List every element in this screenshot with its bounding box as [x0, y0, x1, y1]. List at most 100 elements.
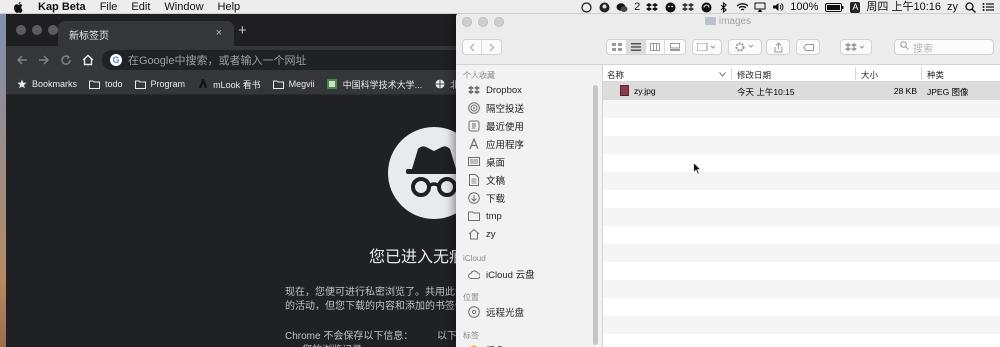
menu-help[interactable]: Help — [218, 0, 241, 14]
menu-window[interactable]: Window — [164, 0, 203, 14]
applications-icon — [468, 138, 480, 150]
tab-close-icon[interactable]: × — [216, 27, 222, 39]
sidebar-item-remote-disc[interactable]: 远程光盘 — [468, 304, 524, 320]
file-row[interactable]: zy.jpg 今天 上午10:15 28 KB JPEG 图像 — [603, 82, 1000, 100]
sync-status-icon[interactable] — [700, 1, 712, 13]
notification-center-icon[interactable] — [982, 1, 994, 13]
circle-status-icon[interactable] — [580, 1, 592, 13]
share-icon[interactable] — [766, 39, 790, 55]
search-spotlight-icon[interactable] — [964, 1, 976, 13]
bluetooth-icon[interactable] — [718, 1, 730, 13]
sort-chevron-icon[interactable] — [719, 69, 726, 79]
mouse-pointer-icon — [693, 162, 702, 175]
home-icon[interactable] — [81, 53, 95, 67]
column-divider[interactable] — [855, 67, 856, 80]
menu-file[interactable]: File — [100, 0, 118, 14]
sidebar-item-orange-tag[interactable]: 橙色 — [468, 342, 505, 347]
minimize-window-button[interactable] — [32, 25, 42, 35]
file-name: zy.jpg — [634, 86, 656, 96]
zoom-window-button[interactable] — [48, 25, 58, 35]
bookmark-label: mLook 看书 — [213, 79, 261, 90]
input-source-badge[interactable]: A — [850, 1, 861, 13]
sidebar-item-home[interactable]: zy — [468, 226, 496, 242]
sidebar-item-airdrop[interactable]: 隔空投送 — [468, 100, 524, 116]
bookmark-megvii[interactable]: Megvii — [272, 79, 315, 89]
list-view-icon[interactable] — [627, 40, 646, 54]
documents-icon — [468, 174, 480, 186]
not-saved-heading: Chrome 不会保存以下信息： — [285, 331, 414, 342]
folder-icon — [468, 210, 480, 222]
bookmark-program[interactable]: Program — [134, 79, 186, 89]
bookmark-label: Megvii — [288, 79, 315, 89]
tab-new-tab[interactable]: 新标签页 × — [58, 21, 234, 47]
address-bar-placeholder: 在Google中搜索，或者输入一个网址 — [128, 55, 307, 67]
empty-row — [603, 244, 1000, 262]
sidebar-item-dropbox[interactable]: Dropbox — [468, 82, 522, 98]
column-divider[interactable] — [921, 67, 922, 80]
file-rows: zy.jpg 今天 上午10:15 28 KB JPEG 图像 — [603, 82, 1000, 334]
sidebar-item-desktop[interactable]: 桌面 — [468, 154, 505, 170]
column-header-size[interactable]: 大小 — [861, 69, 878, 81]
forward-arrow-icon[interactable] — [37, 53, 51, 67]
icon-view-icon[interactable] — [608, 40, 627, 54]
action-gear-icon[interactable] — [728, 39, 762, 55]
battery-icon[interactable] — [824, 1, 844, 13]
google-icon: G — [110, 54, 122, 66]
sidebar-item-applications[interactable]: 应用程序 — [468, 136, 524, 152]
sidebar-item-icloud-drive[interactable]: iCloud 云盘 — [468, 266, 535, 282]
incognito-title: 您已进入无痕 — [369, 249, 466, 266]
apple-menu-icon[interactable] — [12, 1, 26, 13]
tag-icon[interactable] — [796, 39, 820, 55]
bookmark-ustc[interactable]: 中国科学技术大学... — [327, 78, 422, 91]
volume-icon[interactable] — [772, 1, 784, 13]
wifi-icon[interactable] — [736, 1, 749, 13]
column-view-icon[interactable] — [646, 40, 665, 54]
close-window-button[interactable] — [16, 25, 26, 35]
incognito-paragraph-line2: 的活动，但您下载的内容和添加的书签仍 — [285, 301, 465, 312]
bookmark-mlook[interactable]: mLook 看书 — [197, 78, 261, 91]
reload-icon[interactable] — [59, 53, 73, 67]
face-status-icon[interactable] — [664, 1, 676, 13]
bookmark-todo[interactable]: todo — [89, 79, 123, 89]
column-header-kind[interactable]: 种类 — [927, 69, 944, 81]
empty-row — [603, 280, 1000, 298]
gallery-view-icon[interactable] — [665, 40, 684, 54]
sidebar-item-recents[interactable]: 最近使用 — [468, 118, 524, 134]
user-name[interactable]: zy — [947, 0, 958, 14]
bookmark-label: Program — [150, 79, 186, 89]
menu-app-name[interactable]: Kap Beta — [38, 0, 86, 14]
group-by-button[interactable] — [692, 39, 722, 55]
sidebar-scrollbar[interactable] — [593, 85, 598, 345]
dropbox-status-icon[interactable] — [646, 1, 659, 13]
not-saved-list-item: · 您的浏览记录 — [296, 341, 362, 347]
tab-title: 新标签页 — [69, 30, 109, 42]
dropbox-toolbar-icon[interactable] — [840, 39, 872, 55]
address-bar[interactable]: G 在Google中搜索，或者输入一个网址 — [102, 50, 496, 70]
sidebar-item-documents[interactable]: 文稿 — [468, 172, 505, 188]
search-icon — [900, 41, 909, 53]
airdrop-icon — [468, 102, 480, 114]
airplay-icon[interactable] — [754, 1, 766, 13]
forward-chevron-icon[interactable] — [482, 40, 501, 54]
sidebar-item-downloads[interactable]: 下载 — [468, 190, 505, 206]
file-list-header: 名称 修改日期 大小 种类 — [603, 65, 1000, 82]
disc-icon — [468, 306, 480, 318]
menu-edit[interactable]: Edit — [131, 0, 150, 14]
empty-row — [603, 316, 1000, 334]
back-chevron-icon[interactable] — [463, 40, 482, 54]
column-header-name[interactable]: 名称 — [607, 69, 624, 81]
avatar-status-icon[interactable] — [598, 1, 610, 13]
finder-window: images 搜索 个人收藏 Dropbox 隔空投送 最近使用 应用程序 桌面… — [456, 12, 1000, 347]
empty-row — [603, 172, 1000, 190]
search-field[interactable]: 搜索 — [894, 39, 994, 55]
new-tab-button[interactable]: + — [238, 23, 247, 39]
dropbox-alt-icon[interactable] — [682, 1, 695, 13]
column-header-modified[interactable]: 修改日期 — [737, 69, 771, 81]
finder-titlebar: images — [456, 12, 1000, 32]
back-arrow-icon[interactable] — [15, 53, 29, 67]
sidebar-item-tmp[interactable]: tmp — [468, 208, 502, 224]
bookmark-bookmarks[interactable]: Bookmarks — [16, 79, 77, 89]
wechat-icon[interactable] — [616, 1, 628, 13]
column-divider[interactable] — [731, 67, 732, 80]
clock[interactable]: 周四 上午10:16 — [866, 0, 941, 14]
